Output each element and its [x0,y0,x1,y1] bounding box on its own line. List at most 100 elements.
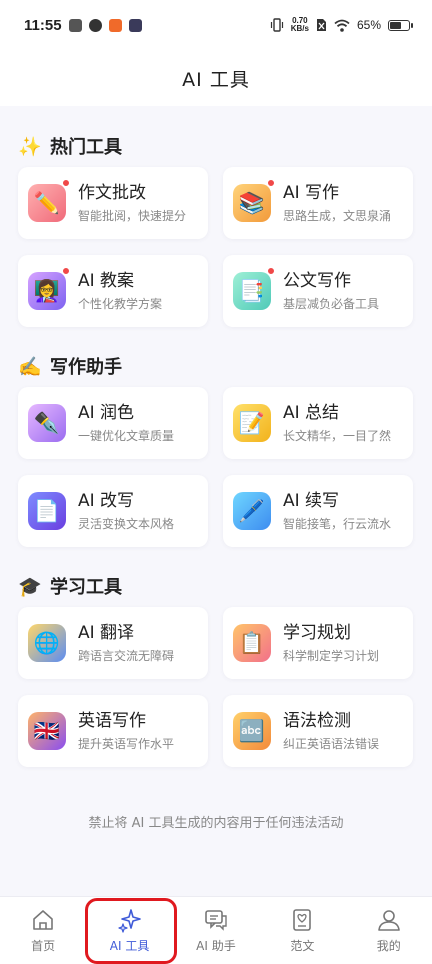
tool-card[interactable]: 📑 公文写作基层减负必备工具 [223,255,413,327]
card-subtitle: 个性化教学方案 [78,296,163,311]
card-title: 公文写作 [283,270,351,291]
card-subtitle: 科学制定学习计划 [283,648,380,663]
memo-icon: 📝 [233,404,271,442]
card-icon-glyph: 📋 [238,630,266,655]
status-bar: 11:55 0.70 KB/s 65% [0,0,432,50]
card-title: AI 续写 [283,490,340,511]
card-icon-glyph: ✒️ [33,410,61,435]
card-text: AI 总结长文精华，一目了然 [283,402,391,445]
tool-card[interactable]: 📚 AI 写作思路生成，文思泉涌 [223,167,413,239]
card-text: 学习规划科学制定学习计划 [283,622,379,665]
section-title-text: 学习工具 [50,577,122,598]
new-badge-dot [62,179,70,187]
tab-ai-tools[interactable]: AI 工具 [87,897,173,964]
card-subtitle: 灵活变换文本风格 [78,516,175,531]
card-text: AI 续写智能接笔，行云流水 [283,490,391,533]
card-title: AI 总结 [283,402,340,423]
card-icon-glyph: 🖊️ [238,498,266,523]
network-speed: 0.70 KB/s [291,17,309,33]
tool-card[interactable]: ✒️ AI 润色 一键优化文章质量 [18,387,208,459]
app-notification-icon [68,18,82,32]
card-icon-glyph: 📄 [33,498,61,523]
card-subtitle: 思路生成，文思泉涌 [283,208,392,223]
home-icon [33,910,53,930]
card-text: 语法检测纠正英语语法错误 [283,710,379,753]
card-text: AI 润色 一键优化文章质量 [78,402,174,445]
uk-flag-icon: 🇬🇧 [28,712,66,750]
section-title: ✍️ 写作助手 [18,353,122,379]
tab-sample-essays-label: 范文 [290,939,315,953]
fountain-pen-icon: ✒️ [28,404,66,442]
bottom-tab-bar: 首页 AI 工具 AI 助手 范文 我的 [0,896,432,964]
tool-card[interactable]: ✏️ 作文批改 智能批阅，快速提分 [18,167,208,239]
wifi-icon [334,19,350,32]
sparkle-icon [117,909,141,933]
app-badge-icon [108,18,122,32]
tab-sample-essays[interactable]: 范文 [259,897,345,964]
card-subtitle: 跨语言交流无障碍 [78,648,175,663]
tool-card[interactable]: 🇬🇧 英语写作 提升英语写作水平 [18,695,208,767]
card-text: AI 翻译跨语言交流无障碍 [78,622,174,665]
card-icon-glyph: 📝 [238,410,266,435]
new-badge-dot [267,179,275,187]
new-badge-dot [267,267,275,275]
abc-icon: 🔤 [233,712,271,750]
pen-icon: 🖊️ [233,492,271,530]
tool-card[interactable]: 🌐 AI 翻译跨语言交流无障碍 [18,607,208,679]
tool-card[interactable]: 📝 AI 总结长文精华，一目了然 [223,387,413,459]
card-title: AI 翻译 [78,622,135,643]
card-subtitle: 一键优化文章质量 [78,428,175,443]
app-header: AI 工具 [0,50,432,106]
pencil-note-icon: ✏️ [28,179,70,222]
tool-card[interactable]: 📋 学习规划科学制定学习计划 [223,607,413,679]
card-subtitle: 长文精华，一目了然 [283,428,392,443]
card-icon-glyph: 👩‍🏫 [33,278,61,303]
battery-icon [388,19,413,31]
tab-ai-tools-label: AI 工具 [109,939,150,953]
card-text: AI 改写灵活变换文本风格 [78,490,174,533]
card-icon-glyph: 📚 [238,190,266,215]
no-sim-icon [316,19,326,31]
page-title: AI 工具 [182,68,250,91]
section-title: ✨ 热门工具 [18,133,122,159]
card-text: 公文写作基层减负必备工具 [283,270,379,313]
tab-ai-assistant[interactable]: AI 助手 [173,897,259,964]
card-title: 学习规划 [283,622,351,643]
card-icon-glyph: 📑 [238,278,266,303]
tool-card[interactable]: 👩‍🏫 AI 教案 个性化教学方案 [18,255,208,327]
book-icon [293,909,312,931]
section-title-text: 写作助手 [50,357,122,378]
chat-icon [205,910,227,931]
user-icon [377,910,400,931]
card-subtitle: 纠正英语语法错误 [283,736,380,751]
teacher-icon: 👩‍🏫 [28,267,70,310]
tool-card[interactable]: 📄 AI 改写灵活变换文本风格 [18,475,208,547]
tool-card[interactable]: 🖊️ AI 续写智能接笔，行云流水 [223,475,413,547]
status-left: 11:55 [24,17,142,34]
globe-icon: 🌐 [28,624,66,662]
section-emoji-icon: ✨ [18,135,42,158]
section-title-text: 热门工具 [50,137,122,158]
tab-home[interactable]: 首页 [0,897,86,964]
status-right: 0.70 KB/s 65% [270,17,413,33]
card-subtitle: 智能接笔，行云流水 [283,516,392,531]
tab-ai-assistant-label: AI 助手 [196,939,236,953]
section-emoji-icon: ✍️ [18,355,42,378]
card-icon-glyph: 🇬🇧 [33,718,61,743]
battery-fill [390,21,401,29]
card-title: 语法检测 [283,710,351,731]
card-text: AI 写作思路生成，文思泉涌 [283,182,391,225]
card-title: AI 改写 [78,490,135,511]
tab-profile-label: 我的 [376,939,401,953]
new-badge-dot [62,267,70,275]
sync-notification-icon [88,18,102,32]
card-subtitle: 基层减负必备工具 [283,296,380,311]
tool-card[interactable]: 🔤 语法检测纠正英语语法错误 [223,695,413,767]
card-icon-glyph: 🌐 [33,630,61,655]
card-title: AI 写作 [283,182,340,203]
card-icon-glyph: 🔤 [238,718,266,743]
books-icon: 📚 [233,179,275,222]
card-title: 作文批改 [78,182,146,203]
card-text: 作文批改 智能批阅，快速提分 [78,182,186,225]
tab-profile[interactable]: 我的 [346,897,432,964]
